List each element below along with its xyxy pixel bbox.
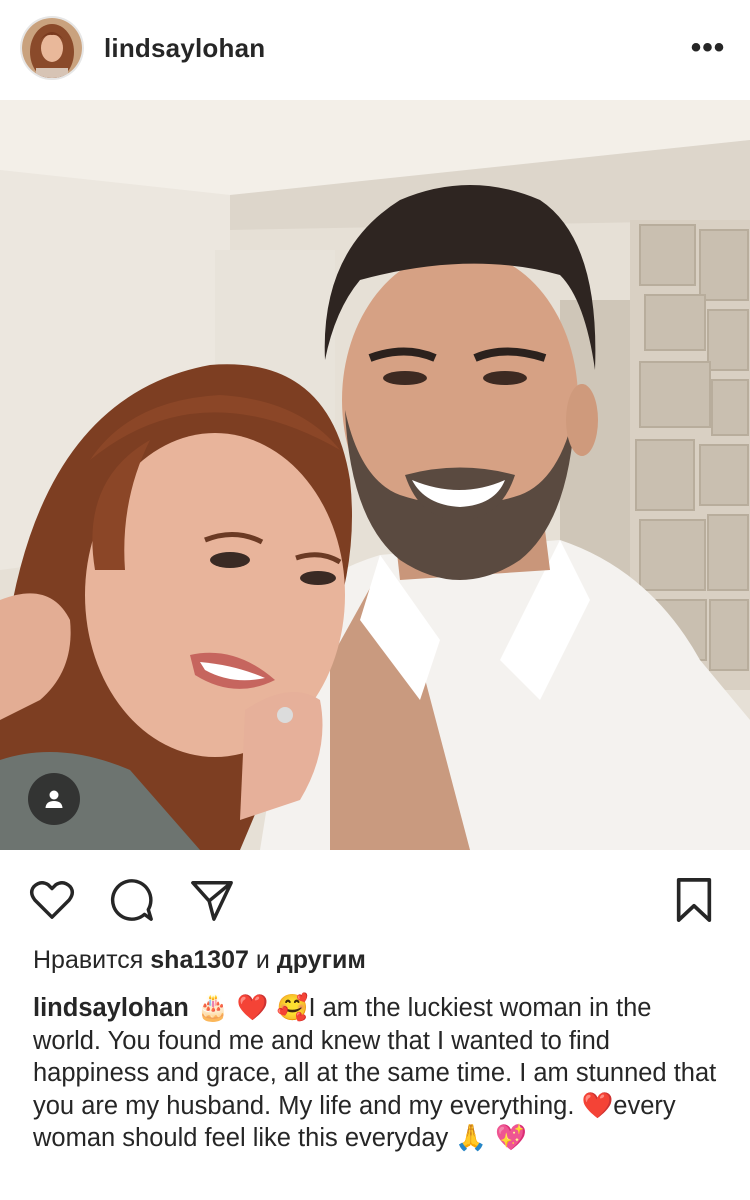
user-tag-icon[interactable] <box>28 773 80 825</box>
caption-emoji-mid: ❤️ <box>581 1090 614 1121</box>
liker-username[interactable]: sha1307 <box>150 946 249 974</box>
comment-icon[interactable] <box>108 876 156 924</box>
likes-summary: Нравится sha1307 и другим <box>33 946 366 975</box>
caption-emoji-lead: 🎂 ❤️ 🥰 <box>188 993 309 1023</box>
more-options-icon[interactable]: ••• <box>688 28 728 68</box>
heart-icon[interactable] <box>28 876 76 924</box>
post-photo[interactable] <box>0 100 750 850</box>
caption-username[interactable]: lindsaylohan <box>33 994 189 1022</box>
post-username[interactable]: lindsaylohan <box>104 33 265 64</box>
post-caption: lindsaylohan 🎂 ❤️ 🥰I am the luckiest wom… <box>33 992 723 1155</box>
bookmark-icon[interactable] <box>670 876 718 924</box>
likes-middle: и <box>248 946 277 974</box>
send-icon[interactable] <box>188 876 236 924</box>
post-action-bar <box>0 862 750 936</box>
likes-others-link[interactable]: другим <box>277 946 366 974</box>
likes-prefix: Нравится <box>33 946 151 974</box>
post-header: lindsaylohan ••• <box>0 0 750 96</box>
profile-avatar[interactable] <box>22 18 82 78</box>
caption-emoji-end: 🙏 💖 <box>455 1123 527 1153</box>
